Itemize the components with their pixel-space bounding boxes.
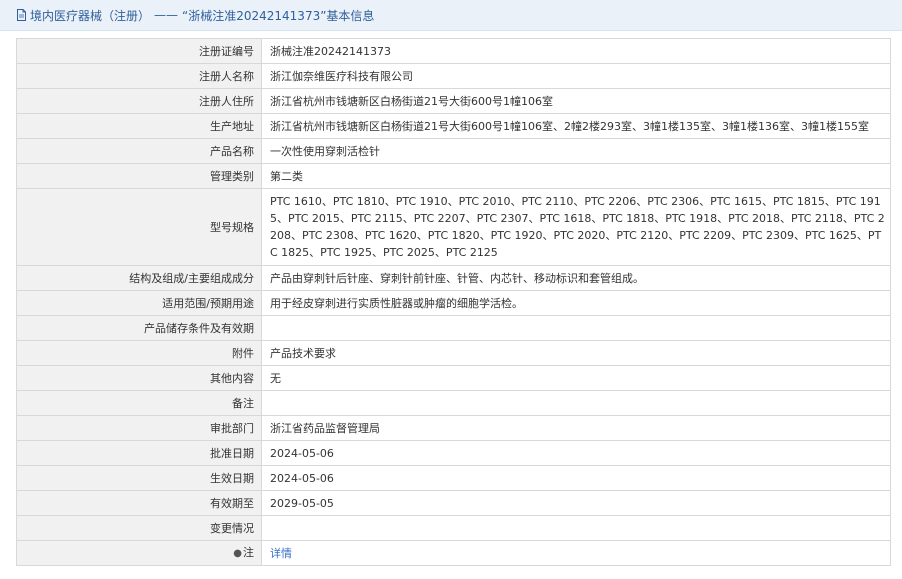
- table-row: 注册人住所 浙江省杭州市钱塘新区白杨街道21号大街600号1幢106室: [16, 88, 891, 114]
- table-row: 批准日期 2024-05-06: [16, 440, 891, 466]
- table-row: 其他内容 无: [16, 365, 891, 391]
- table-row: ●注 详情: [16, 540, 891, 566]
- field-label: 备注: [16, 390, 262, 416]
- table-row: 生产地址 浙江省杭州市钱塘新区白杨街道21号大街600号1幢106室、2幢2楼2…: [16, 113, 891, 139]
- field-value: [261, 390, 891, 416]
- breadcrumb-separator: ——: [154, 8, 179, 22]
- document-icon: [16, 9, 27, 21]
- pin-icon: ●: [233, 548, 242, 559]
- field-label: 注册人住所: [16, 88, 262, 114]
- field-value: 浙江省杭州市钱塘新区白杨街道21号大街600号1幢106室: [261, 88, 891, 114]
- field-value: 2024-05-06: [261, 465, 891, 491]
- field-label: 产品储存条件及有效期: [16, 315, 262, 341]
- field-value: [261, 515, 891, 541]
- field-value: 2029-05-05: [261, 490, 891, 516]
- table-row: 备注: [16, 390, 891, 416]
- field-value: 浙江省杭州市钱塘新区白杨街道21号大街600号1幢106室、2幢2楼293室、3…: [261, 113, 891, 139]
- field-value: 一次性使用穿刺活检针: [261, 138, 891, 164]
- table-row: 产品储存条件及有效期: [16, 315, 891, 341]
- field-label: 附件: [16, 340, 262, 366]
- field-value: [261, 315, 891, 341]
- table-row: 适用范围/预期用途 用于经皮穿刺进行实质性脏器或肿瘤的细胞学活检。: [16, 290, 891, 316]
- field-label: 生产地址: [16, 113, 262, 139]
- field-label: 产品名称: [16, 138, 262, 164]
- field-label: 注册证编号: [16, 38, 262, 64]
- details-link[interactable]: 详情: [270, 547, 292, 560]
- field-value: 浙江省药品监督管理局: [261, 415, 891, 441]
- field-label: 变更情况: [16, 515, 262, 541]
- table-row: 型号规格 PTC 1610、PTC 1810、PTC 1910、PTC 2010…: [16, 188, 891, 266]
- field-value: PTC 1610、PTC 1810、PTC 1910、PTC 2010、PTC …: [261, 188, 891, 266]
- field-label: 批准日期: [16, 440, 262, 466]
- field-label: 其他内容: [16, 365, 262, 391]
- field-label: 型号规格: [16, 188, 262, 266]
- table-row: 管理类别 第二类: [16, 163, 891, 189]
- page-title: “浙械注准20242141373”基本信息: [182, 8, 375, 23]
- field-label: 适用范围/预期用途: [16, 290, 262, 316]
- table-row: 生效日期 2024-05-06: [16, 465, 891, 491]
- note-value: 详情: [261, 540, 891, 566]
- field-value: 产品技术要求: [261, 340, 891, 366]
- field-value: 2024-05-06: [261, 440, 891, 466]
- table-row: 产品名称 一次性使用穿刺活检针: [16, 138, 891, 164]
- field-value: 浙江伽奈维医疗科技有限公司: [261, 63, 891, 89]
- field-value: 浙械注准20242141373: [261, 38, 891, 64]
- note-label: ●注: [16, 540, 262, 566]
- table-row: 注册证编号 浙械注准20242141373: [16, 38, 891, 64]
- field-value: 第二类: [261, 163, 891, 189]
- page-header: 境内医疗器械（注册） —— “浙械注准20242141373”基本信息: [0, 0, 902, 31]
- table-row: 注册人名称 浙江伽奈维医疗科技有限公司: [16, 63, 891, 89]
- breadcrumb-category[interactable]: 境内医疗器械（注册）: [30, 7, 150, 24]
- field-value: 无: [261, 365, 891, 391]
- field-label: 结构及组成/主要组成成分: [16, 265, 262, 291]
- field-label: 审批部门: [16, 415, 262, 441]
- info-table: 注册证编号 浙械注准20242141373 注册人名称 浙江伽奈维医疗科技有限公…: [16, 38, 891, 566]
- field-label: 注册人名称: [16, 63, 262, 89]
- table-row: 审批部门 浙江省药品监督管理局: [16, 415, 891, 441]
- table-row: 附件 产品技术要求: [16, 340, 891, 366]
- table-row: 变更情况: [16, 515, 891, 541]
- field-label: 管理类别: [16, 163, 262, 189]
- field-label: 有效期至: [16, 490, 262, 516]
- field-value: 用于经皮穿刺进行实质性脏器或肿瘤的细胞学活检。: [261, 290, 891, 316]
- note-label-text: 注: [243, 546, 254, 559]
- field-label: 生效日期: [16, 465, 262, 491]
- field-value: 产品由穿刺针后针座、穿刺针前针座、针管、内芯针、移动标识和套管组成。: [261, 265, 891, 291]
- table-row: 有效期至 2029-05-05: [16, 490, 891, 516]
- table-row: 结构及组成/主要组成成分 产品由穿刺针后针座、穿刺针前针座、针管、内芯针、移动标…: [16, 265, 891, 291]
